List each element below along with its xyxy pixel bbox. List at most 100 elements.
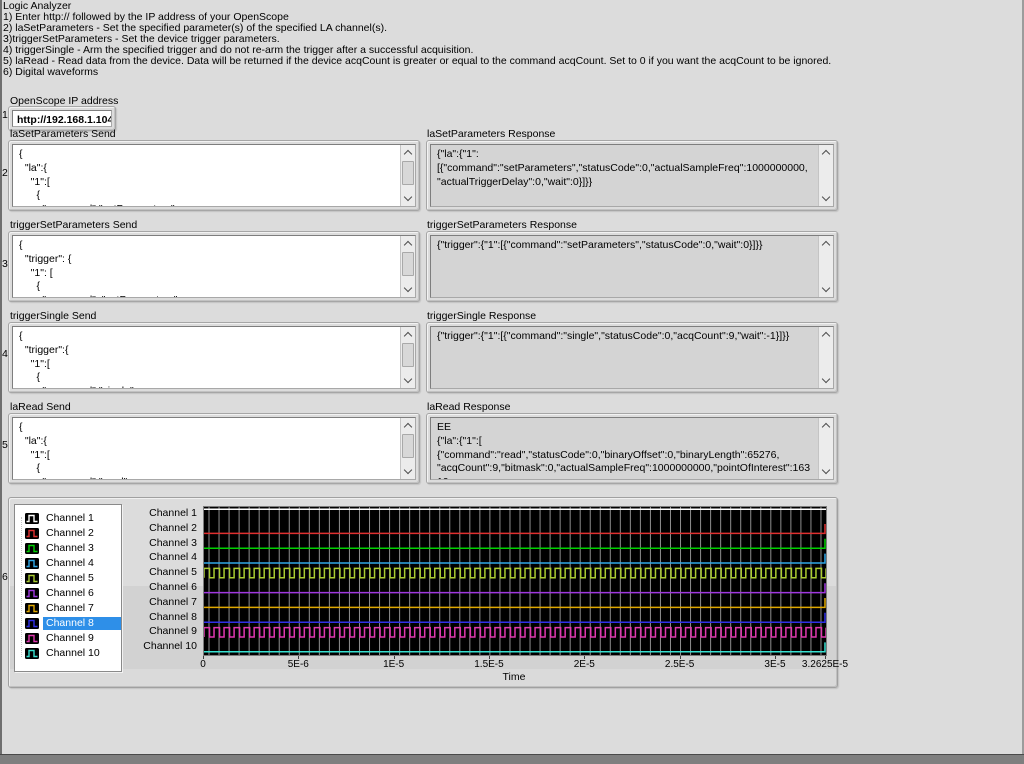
channel-label: Channel 9	[43, 632, 121, 645]
triggersingle-send-box: { "trigger":{ "1":[ { "command":"single"	[8, 322, 420, 393]
channel-pulse-icon	[25, 528, 39, 539]
y-axis-label: Channel 9	[137, 625, 197, 638]
triggersingle-response-scrollbar[interactable]	[818, 327, 833, 388]
instruction-line: 5) laRead - Read data from the device. D…	[3, 56, 831, 67]
laread-send-text[interactable]: { "la":{ "1":[ { "command":"read",	[13, 418, 400, 479]
triggersetparameters-send-label: triggerSetParameters Send	[10, 219, 137, 231]
laread-response-text: EE {"la":{"1":[ {"command":"read","statu…	[431, 418, 818, 479]
triggersingle-response-text: {"trigger":{"1":[{"command":"single","st…	[431, 327, 818, 388]
trace-channel-5	[204, 568, 826, 577]
laread-send-box: { "la":{ "1":[ { "command":"read",	[8, 413, 420, 484]
triggersetparameters-response-text: {"trigger":{"1":[{"command":"setParamete…	[431, 236, 818, 297]
triggersingle-response-label: triggerSingle Response	[427, 310, 536, 322]
x-axis-tick-label: 1.5E-5	[474, 659, 503, 670]
trace-channel-2	[204, 524, 825, 533]
triggersetparameters-send-text[interactable]: { "trigger": { "1": [ { "command": "setP…	[13, 236, 400, 297]
channel-label: Channel 2	[43, 527, 121, 540]
x-axis-tick-label: 2E-5	[574, 659, 595, 670]
legend-item-channel-3[interactable]: Channel 3	[15, 541, 121, 556]
legend-item-channel-6[interactable]: Channel 6	[15, 586, 121, 601]
scrollbar-thumb[interactable]	[402, 252, 414, 276]
y-axis-label: Channel 5	[137, 566, 197, 579]
lasetparameters-response-text: {"la":{"1":[{"command":"setParameters","…	[431, 145, 818, 206]
y-axis-label: Channel 4	[137, 551, 197, 564]
channel-pulse-icon	[25, 543, 39, 554]
x-axis-tick-label: 3E-5	[764, 659, 785, 670]
digital-waveform-graph: Channel 1Channel 2Channel 3Channel 4Chan…	[8, 497, 838, 688]
legend-item-channel-9[interactable]: Channel 9	[15, 631, 121, 646]
channel-label: Channel 1	[43, 512, 121, 525]
triggersetparameters-send-scrollbar[interactable]	[400, 236, 415, 297]
triggersetparameters-response-scrollbar[interactable]	[818, 236, 833, 297]
channel-pulse-icon	[25, 513, 39, 524]
channel-label: Channel 10	[43, 647, 121, 660]
trace-channel-8	[204, 613, 825, 622]
legend-item-channel-4[interactable]: Channel 4	[15, 556, 121, 571]
channel-label: Channel 3	[43, 542, 121, 555]
scrollbar-thumb[interactable]	[402, 161, 414, 185]
legend-item-channel-7[interactable]: Channel 7	[15, 601, 121, 616]
triggersingle-send-text[interactable]: { "trigger":{ "1":[ { "command":"single"	[13, 327, 400, 388]
x-axis-title: Time	[503, 671, 526, 683]
lasetparameters-send-text[interactable]: { "la":{ "1":[ { "command":"setParameter…	[13, 145, 400, 206]
laread-response-label: laRead Response	[427, 401, 510, 413]
trace-channel-4	[204, 554, 825, 563]
x-axis-tick-label: 0	[200, 659, 206, 670]
laread-send-label: laRead Send	[10, 401, 71, 413]
laread-response-scrollbar[interactable]	[818, 418, 833, 479]
x-axis-tick-label: 1E-5	[383, 659, 404, 670]
legend-item-channel-8[interactable]: Channel 8	[15, 616, 121, 631]
channel-label: Channel 7	[43, 602, 121, 615]
channel-pulse-icon	[25, 588, 39, 599]
triggersetparameters-response-box: {"trigger":{"1":[{"command":"setParamete…	[426, 231, 838, 302]
channel-pulse-icon	[25, 618, 39, 629]
channel-pulse-icon	[25, 648, 39, 659]
trace-channel-9	[204, 628, 826, 637]
channel-pulse-icon	[25, 573, 39, 584]
lasetparameters-response-scrollbar[interactable]	[818, 145, 833, 206]
triggersingle-response-box: {"trigger":{"1":[{"command":"single","st…	[426, 322, 838, 393]
channel-pulse-icon	[25, 558, 39, 569]
y-axis-label: Channel 2	[137, 522, 197, 535]
lasetparameters-send-label: laSetParameters Send	[10, 128, 116, 140]
channel-pulse-icon	[25, 603, 39, 614]
instruction-line: 6) Digital waveforms	[3, 67, 831, 78]
trace-channel-6	[204, 583, 825, 592]
waveform-plot-area[interactable]	[203, 506, 827, 656]
legend-item-channel-1[interactable]: Channel 1	[15, 511, 121, 526]
channel-pulse-icon	[25, 633, 39, 644]
channel-label: Channel 8	[43, 617, 121, 630]
scrollbar-thumb[interactable]	[402, 343, 414, 367]
legend-item-channel-10[interactable]: Channel 10	[15, 646, 121, 661]
y-axis-label: Channel 7	[137, 596, 197, 609]
channel-legend: Channel 1Channel 2Channel 3Channel 4Chan…	[14, 504, 122, 672]
instructions-text: Logic Analyzer1) Enter http:// followed …	[3, 1, 831, 78]
legend-item-channel-2[interactable]: Channel 2	[15, 526, 121, 541]
lasetparameters-send-box: { "la":{ "1":[ { "command":"setParameter…	[8, 140, 420, 211]
scrollbar-thumb[interactable]	[402, 434, 414, 458]
ip-address-input[interactable]: http://192.168.1.104	[13, 111, 111, 126]
y-axis-label: Channel 8	[137, 611, 197, 624]
x-axis-tick-label: 5E-6	[288, 659, 309, 670]
waveform-traces	[204, 507, 826, 655]
y-axis-label: Channel 1	[137, 507, 197, 520]
channel-label: Channel 6	[43, 587, 121, 600]
channel-label: Channel 5	[43, 572, 121, 585]
y-axis-label: Channel 3	[137, 537, 197, 550]
trace-channel-3	[204, 539, 825, 548]
y-axis-label: Channel 6	[137, 581, 197, 594]
triggersingle-send-scrollbar[interactable]	[400, 327, 415, 388]
window-edge-bottom	[0, 754, 1024, 764]
triggersingle-send-label: triggerSingle Send	[10, 310, 96, 322]
lasetparameters-send-scrollbar[interactable]	[400, 145, 415, 206]
laread-send-scrollbar[interactable]	[400, 418, 415, 479]
y-axis-label: Channel 10	[137, 640, 197, 653]
legend-item-channel-5[interactable]: Channel 5	[15, 571, 121, 586]
x-axis-tick-label: 3.2625E-5	[802, 659, 848, 670]
trace-channel-7	[204, 598, 825, 607]
triggersetparameters-send-box: { "trigger": { "1": [ { "command": "setP…	[8, 231, 420, 302]
lasetparameters-response-label: laSetParameters Response	[427, 128, 555, 140]
triggersetparameters-response-label: triggerSetParameters Response	[427, 219, 577, 231]
laread-response-box: EE {"la":{"1":[ {"command":"read","statu…	[426, 413, 838, 484]
x-axis-tick-label: 2.5E-5	[665, 659, 694, 670]
